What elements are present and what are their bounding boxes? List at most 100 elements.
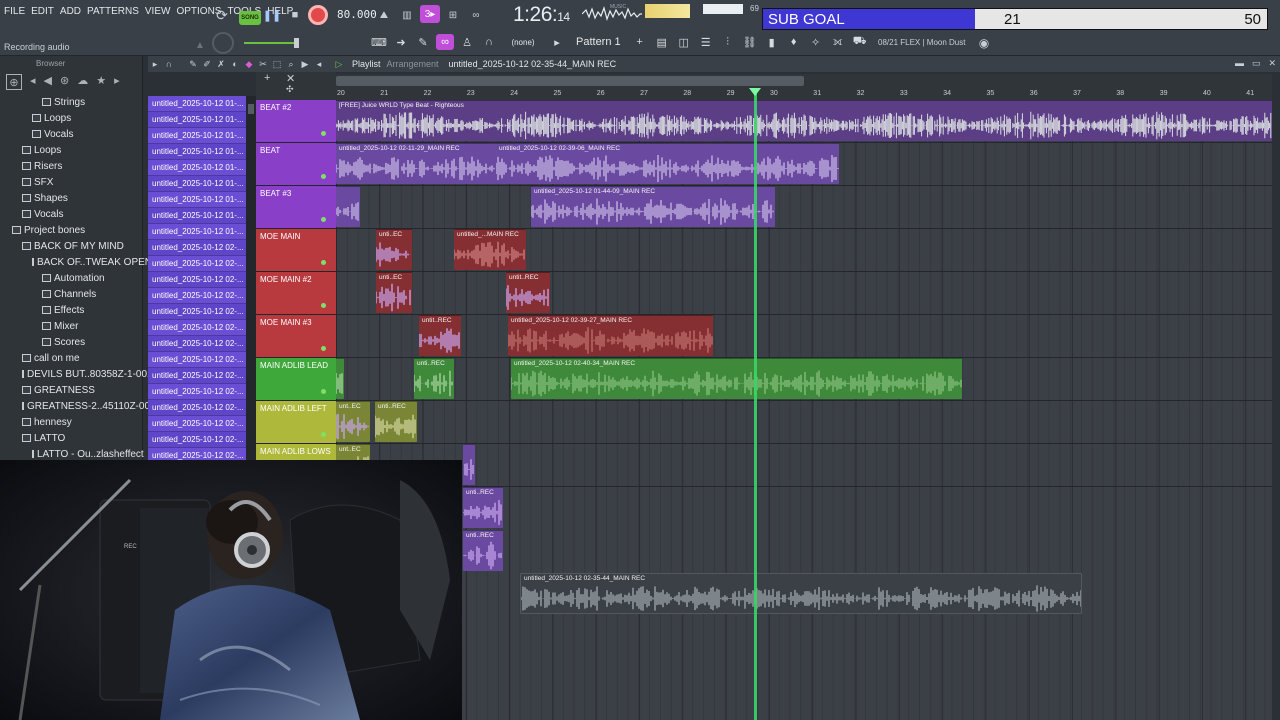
cart-icon[interactable]: ⛟ (851, 34, 869, 50)
plus-icon[interactable]: + (631, 34, 649, 50)
channel-item[interactable]: untitled_2025-10-12 02-... (148, 432, 246, 448)
speaker-icon[interactable]: ◂ (312, 59, 326, 70)
audio-clip[interactable] (463, 444, 475, 485)
pencil-icon[interactable]: ✎ (186, 59, 200, 70)
browser-item[interactable]: BACK OF..TWEAK OPEN (0, 254, 152, 270)
menu-view[interactable]: VIEW (145, 6, 171, 17)
track-active-indicator[interactable] (321, 260, 326, 265)
metronome-icon[interactable]: ⛰ (374, 6, 394, 24)
magnet-icon[interactable]: ∩ (162, 59, 176, 69)
browser-item[interactable]: Project bones (0, 222, 142, 238)
edison-icon[interactable]: ⟗ (829, 34, 847, 50)
menu-edit[interactable]: EDIT (31, 6, 54, 17)
audio-clip[interactable]: unti..EC (376, 229, 412, 270)
track-active-indicator[interactable] (321, 389, 326, 394)
channel-item[interactable]: untitled_2025-10-12 01-... (148, 192, 246, 208)
countdown-icon[interactable]: 3▸ (420, 5, 440, 23)
audio-clip[interactable]: unti..REC (414, 358, 454, 399)
channel-rack-icon[interactable]: ☰ (697, 34, 715, 50)
channel-item[interactable]: untitled_2025-10-12 01-... (148, 144, 246, 160)
playlist-icon[interactable]: ▤ (653, 34, 671, 50)
audio-clip[interactable]: unti..REC (375, 401, 417, 442)
browser-item[interactable]: BACK OF MY MIND (0, 238, 142, 254)
channel-item[interactable]: untitled_2025-10-12 02-... (148, 416, 246, 432)
mute-icon[interactable]: ◐ (228, 59, 242, 69)
master-pitch-knob[interactable] (212, 32, 234, 54)
track-grid[interactable] (336, 100, 1272, 720)
star-icon[interactable]: ★ (96, 74, 106, 92)
browser-item[interactable]: DEVILS BUT..80358Z-1-001 (0, 366, 153, 382)
browser-item[interactable]: Loops (0, 110, 142, 126)
browser-item[interactable]: Vocals (0, 126, 142, 142)
timeline-ruler[interactable]: 20 21 22 23 24 25 26 27 28 29 30 31 32 33 34 35 36 37 38 39… (336, 88, 1272, 100)
arrow-left-icon[interactable]: ◂ (30, 74, 36, 92)
pattern-selector[interactable]: Pattern 1 (570, 36, 627, 48)
channel-item[interactable]: untitled_2025-10-12 02-... (148, 352, 246, 368)
tools-icon[interactable]: ✧ (807, 34, 825, 50)
channel-item[interactable]: untitled_2025-10-12 02-... (148, 240, 246, 256)
browser-item[interactable]: hennesy (0, 414, 142, 430)
channel-item[interactable]: untitled_2025-10-12 02-... (148, 400, 246, 416)
link-icon[interactable]: ∞ (436, 34, 454, 50)
minimize-icon[interactable]: ▬ (1235, 58, 1244, 69)
maximize-icon[interactable]: ▭ (1252, 58, 1261, 69)
channel-scrollbar[interactable] (246, 96, 256, 460)
browser-item[interactable]: Effects (0, 302, 142, 318)
channel-item[interactable]: untitled_2025-10-12 01-... (148, 208, 246, 224)
audio-clip[interactable]: unt..EC (336, 401, 370, 442)
track-header[interactable]: BEAT (256, 143, 336, 186)
track-active-indicator[interactable] (321, 217, 326, 222)
stamp-icon[interactable]: ♙ (458, 34, 476, 50)
channel-item[interactable]: untitled_2025-10-12 02-... (148, 320, 246, 336)
browser-item[interactable]: Automation (0, 270, 142, 286)
track-header[interactable]: MAIN ADLIB LEAD (256, 358, 336, 401)
blend-notes-icon[interactable]: ⊞ (443, 6, 463, 24)
snap-selector[interactable]: (none) (502, 38, 544, 47)
audio-clip[interactable]: [FREE] Juice WRLD Type Beat - Righteous (336, 100, 1272, 141)
globe-icon[interactable]: ◉ (974, 34, 994, 52)
browser-icon[interactable]: ⛓ (741, 34, 759, 50)
playhead-marker[interactable] (749, 88, 761, 96)
audio-clip[interactable]: untitled_2025-10-12 02-11-29_MAIN REC (336, 143, 496, 184)
track-active-indicator[interactable] (321, 131, 326, 136)
arrow-right-icon[interactable]: ▸ (148, 59, 162, 70)
track-header[interactable]: BEAT #2 (256, 100, 336, 143)
zoom-icon[interactable]: ⌕ (284, 59, 298, 70)
channel-item[interactable]: untitled_2025-10-12 02-... (148, 368, 246, 384)
browser-item[interactable]: Risers (0, 158, 142, 174)
track-header[interactable]: MOE MAIN #2 (256, 272, 336, 315)
pencil-icon[interactable]: ✎ (414, 34, 432, 50)
delete-icon[interactable]: ✗ (214, 59, 228, 70)
channel-item[interactable]: untitled_2025-10-12 02-... (148, 384, 246, 400)
loop-record-icon[interactable]: ∞ (466, 6, 486, 24)
arrow-right-icon[interactable]: ➜ (392, 34, 410, 50)
mixer-icon[interactable]: ⫶ (719, 34, 737, 50)
tempo-display[interactable]: 80.000 (337, 8, 377, 21)
keyboard-icon[interactable]: ⌨ (370, 34, 388, 50)
channel-item[interactable]: untitled_2025-10-12 02-... (148, 272, 246, 288)
browser-item[interactable]: Channels (0, 286, 142, 302)
slip-icon[interactable]: ◆ (242, 59, 256, 70)
track-active-indicator[interactable] (321, 174, 326, 179)
audio-clip[interactable]: untitled_...MAIN REC (454, 229, 526, 270)
browser-item[interactable]: LATTO (0, 430, 142, 446)
add-track-icon[interactable]: + (264, 72, 270, 84)
refresh-icon[interactable]: ⟳ (212, 6, 232, 24)
select-icon[interactable]: ⬚ (270, 59, 284, 70)
browser-item[interactable]: Mixer (0, 318, 142, 334)
close-icon[interactable]: ✕ (1268, 58, 1276, 69)
menu-patterns[interactable]: PATTERNS (87, 6, 139, 17)
slice-icon[interactable]: ✂ (256, 59, 270, 70)
cloud-icon[interactable]: ☁ (77, 74, 88, 92)
track-header[interactable]: MOE MAIN (256, 229, 336, 272)
move-icon[interactable]: ✣ (286, 84, 294, 95)
browser-item[interactable]: GREATNESS (0, 382, 142, 398)
more-icon[interactable]: ▸ (114, 74, 120, 92)
song-mode-toggle[interactable]: SONG (239, 11, 261, 25)
channel-item[interactable]: untitled_2025-10-12 01-... (148, 224, 246, 240)
back-icon[interactable]: ◀ (44, 74, 52, 92)
plugin-icon[interactable]: ♦ (785, 34, 803, 50)
scroll-thumb[interactable] (336, 76, 804, 86)
channel-item[interactable]: untitled_2025-10-12 02-... (148, 256, 246, 272)
channel-item[interactable]: untitled_2025-10-12 01-... (148, 160, 246, 176)
